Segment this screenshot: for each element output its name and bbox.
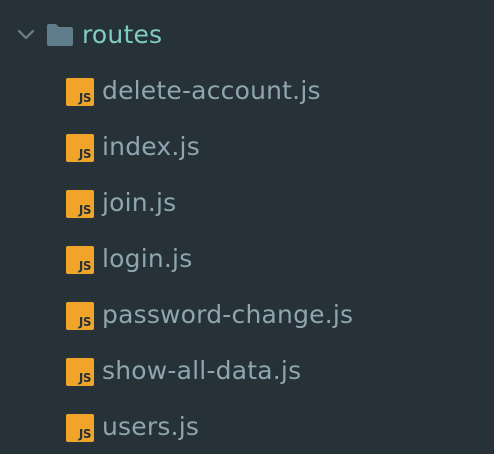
file-label: users.js (102, 412, 200, 441)
file-item-index[interactable]: JS index.js (0, 118, 494, 174)
file-list: JS delete-account.js JS index.js JS join… (0, 62, 494, 454)
file-item-join[interactable]: JS join.js (0, 174, 494, 230)
file-tree: routes JS delete-account.js JS index.js … (0, 0, 494, 454)
js-file-icon: JS (66, 358, 94, 386)
js-file-icon: JS (66, 302, 94, 330)
file-item-login[interactable]: JS login.js (0, 230, 494, 286)
file-label: login.js (102, 244, 193, 273)
js-file-icon: JS (66, 134, 94, 162)
file-label: show-all-data.js (102, 356, 302, 385)
js-file-icon: JS (66, 246, 94, 274)
js-file-icon: JS (66, 414, 94, 442)
file-item-delete-account[interactable]: JS delete-account.js (0, 62, 494, 118)
file-item-password-change[interactable]: JS password-change.js (0, 286, 494, 342)
folder-label: routes (82, 20, 163, 49)
folder-row-routes[interactable]: routes (0, 12, 494, 58)
file-label: password-change.js (102, 300, 354, 329)
file-item-users[interactable]: JS users.js (0, 398, 494, 454)
file-label: delete-account.js (102, 76, 321, 105)
file-item-show-all-data[interactable]: JS show-all-data.js (0, 342, 494, 398)
js-file-icon: JS (66, 190, 94, 218)
folder-icon (47, 24, 73, 46)
file-label: index.js (102, 132, 200, 161)
js-file-icon: JS (66, 78, 94, 106)
file-label: join.js (102, 188, 177, 217)
chevron-down-icon[interactable] (15, 24, 37, 46)
